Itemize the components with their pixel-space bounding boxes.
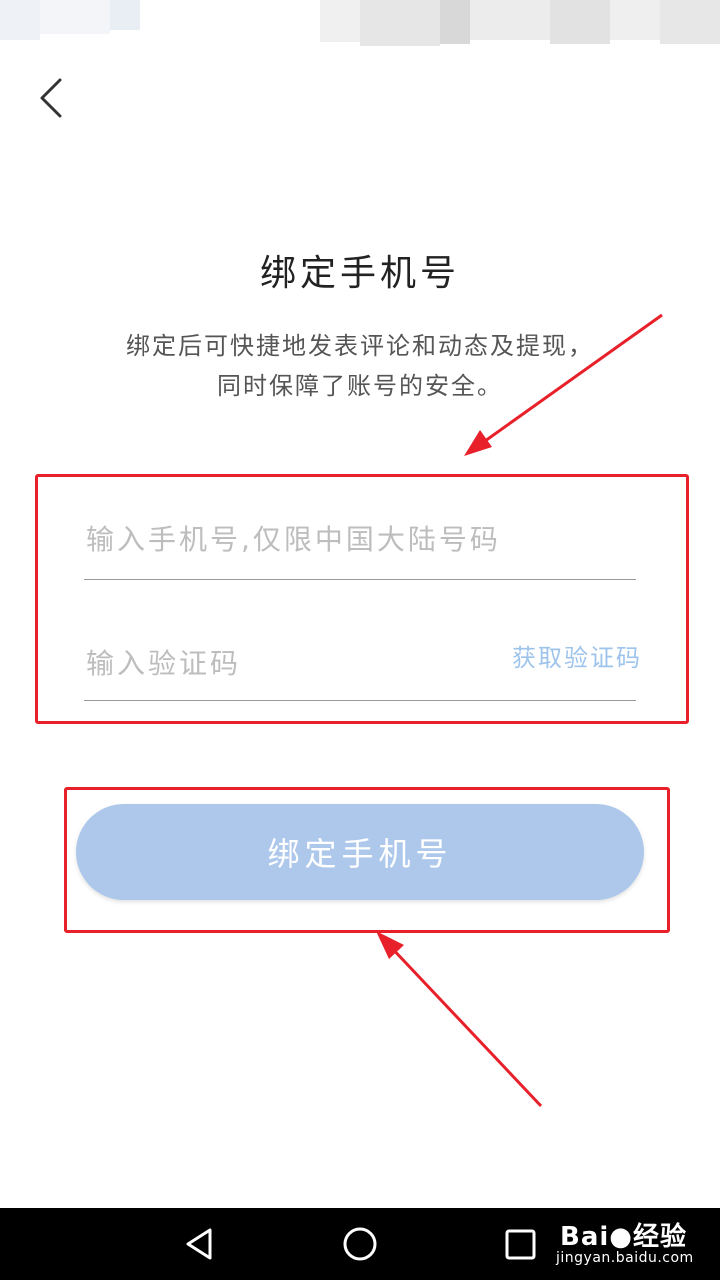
bind-phone-button[interactable]: 绑定手机号: [76, 804, 644, 900]
phone-number-input[interactable]: [84, 500, 636, 580]
get-verification-code-button[interactable]: 获取验证码: [512, 638, 642, 678]
circle-home-icon: [343, 1227, 377, 1261]
chevron-left-icon: [40, 78, 62, 118]
watermark-brand: Bai●经验: [560, 1222, 687, 1252]
verification-code-input[interactable]: [84, 626, 484, 701]
square-recent-icon: [505, 1229, 536, 1260]
watermark-url: jingyan.baidu.com: [556, 1250, 694, 1266]
page-title: 绑定手机号: [259, 253, 460, 294]
back-button[interactable]: [22, 68, 78, 128]
description-line-2: 同时保障了账号的安全。: [217, 372, 503, 400]
nav-home-button[interactable]: [336, 1220, 384, 1268]
code-input-underline: [84, 700, 636, 701]
nav-back-button[interactable]: [176, 1220, 224, 1268]
baidu-jingyan-watermark: Bai●经验 jingyan.baidu.com: [556, 1214, 706, 1274]
triangle-back-icon: [186, 1228, 212, 1260]
description-line-1: 绑定后可快捷地发表评论和动态及提现，: [126, 332, 594, 360]
page-description: 绑定后可快捷地发表评论和动态及提现， 同时保障了账号的安全。: [60, 326, 660, 406]
nav-recent-apps-button[interactable]: [496, 1220, 544, 1268]
status-bar: [0, 0, 720, 48]
annotation-arrow-bottom: [376, 931, 543, 1108]
